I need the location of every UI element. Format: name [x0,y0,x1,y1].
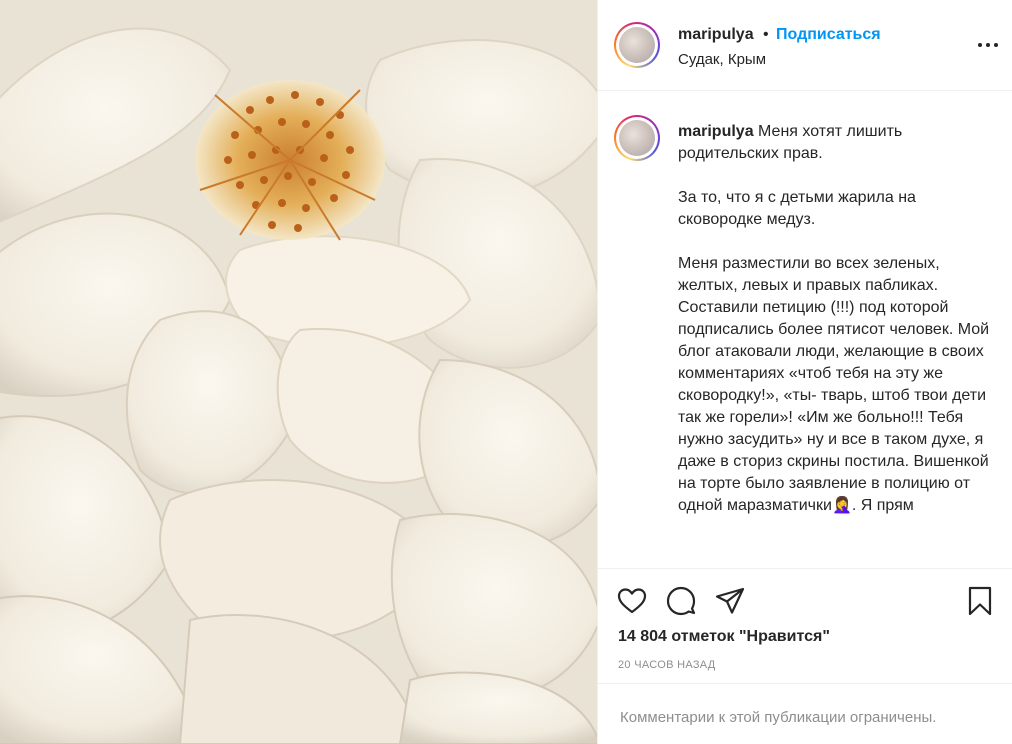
caption-section: maripulya Меня хотят лишить родительских… [598,91,1012,568]
caption-text: maripulya Меня хотят лишить родительских… [678,121,1003,517]
caption-username[interactable]: maripulya [678,123,754,140]
caption-paragraph-3: Меня разместили во всех зеленых, желтых,… [678,255,990,514]
location-link[interactable]: Судак, Крым [678,51,766,68]
action-bar: 14 804 отметок "Нравится" 20 ЧАСОВ НАЗАД [598,568,1012,683]
caption-paragraph-2: За то, что я с детьми жарила на сковород… [678,189,916,228]
share-icon[interactable] [714,585,746,617]
likes-count[interactable]: 14 804 отметок "Нравится" [618,628,830,646]
post-sidebar: maripulya • Подписаться Судак, Крым mari… [597,0,1012,744]
post-header: maripulya • Подписаться Судак, Крым [598,0,1012,91]
heart-icon[interactable] [616,585,648,617]
flower-photo [0,0,597,744]
comment-icon[interactable] [665,585,697,617]
caption-avatar[interactable] [614,115,660,161]
avatar[interactable] [614,22,660,68]
follow-button[interactable]: Подписаться [776,26,881,44]
post-timestamp[interactable]: 20 ЧАСОВ НАЗАД [618,659,716,671]
comments-section: Комментарии к этой публикации ограничены… [598,683,1012,744]
header-username[interactable]: maripulya [678,26,754,44]
more-options-icon[interactable] [976,38,1000,52]
separator-dot: • [763,26,769,43]
bookmark-icon[interactable] [964,585,996,617]
post-image[interactable] [0,0,597,744]
comments-restricted-notice: Комментарии к этой публикации ограничены… [620,709,937,726]
